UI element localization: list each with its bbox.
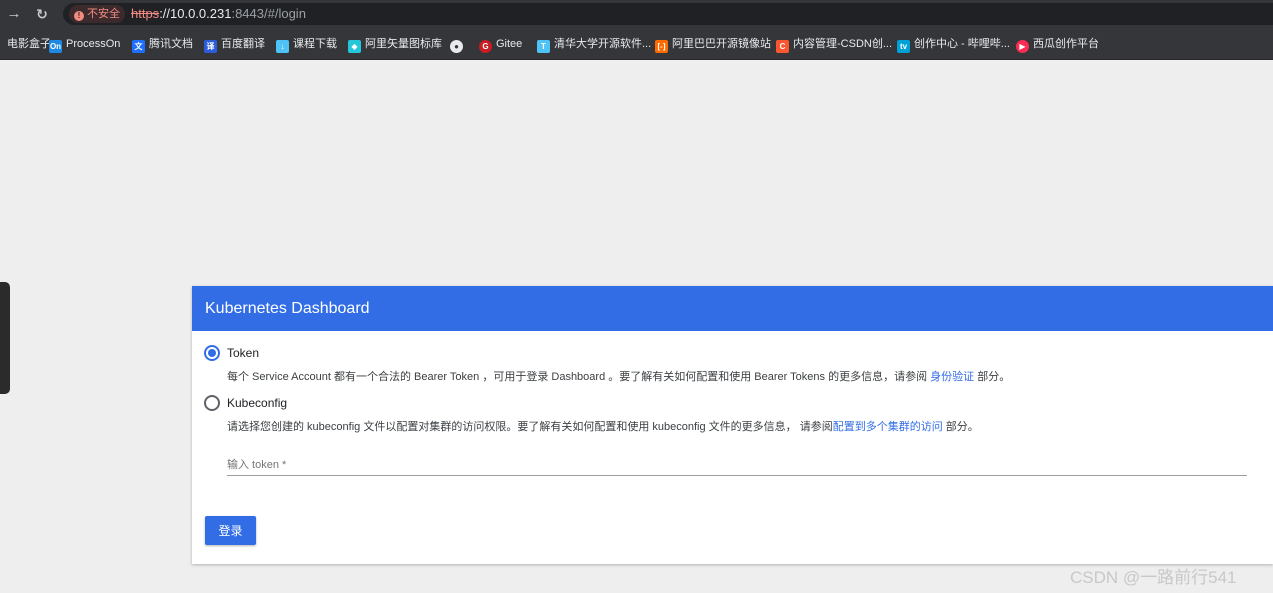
- bookmark-item[interactable]: 电影盒子: [0, 36, 51, 52]
- gitee-icon: G: [479, 40, 492, 53]
- bookmark-label: 阿里矢量图标库: [365, 38, 442, 50]
- download-icon: ↓: [276, 40, 289, 53]
- url-host: ://10.0.0.231: [159, 6, 232, 21]
- bookmark-label: ProcessOn: [66, 38, 121, 50]
- insecure-label: 不安全: [87, 8, 120, 20]
- bookmarks-bar: 电影盒子 On ProcessOn 文腾讯文档 译百度翻译 ↓ 课程下载 ◆ 阿里矢量…: [0, 27, 1273, 60]
- bookmark-item[interactable]: T 清华大学开源软件...: [537, 36, 652, 53]
- tencent-docs-icon: 文: [132, 40, 145, 53]
- token-option[interactable]: Token: [204, 343, 259, 363]
- xigua-icon: ▶: [1016, 40, 1029, 53]
- bookmark-label: 创作中心 - 哔哩哔...: [914, 38, 1010, 50]
- baidu-translate-icon: 译: [204, 40, 217, 53]
- iconfont-icon: ◆: [348, 40, 361, 53]
- folder-icon: [0, 36, 3, 49]
- kubeconfig-desc-text: 请选择您创建的 kubeconfig 文件以配置对集群的访问权限。要了解有关如何…: [227, 421, 833, 433]
- bookmark-item[interactable]: [-] 阿里巴巴开源镜像站: [655, 36, 771, 53]
- kubeconfig-label: Kubeconfig: [227, 396, 288, 410]
- bookmark-label: 课程下载: [293, 38, 337, 50]
- url-text: https://10.0.0.231:8443/#/login: [131, 3, 306, 25]
- card-header: Kubernetes Dashboard: [192, 286, 1273, 331]
- token-label: Token: [227, 346, 260, 360]
- bookmark-item[interactable]: ◆ 阿里矢量图标库: [348, 36, 442, 53]
- kubeconfig-option[interactable]: Kubeconfig: [204, 393, 287, 413]
- bookmark-label: 阿里巴巴开源镜像站: [672, 38, 771, 50]
- token-input[interactable]: [227, 454, 1247, 476]
- bookmark-label: 内容管理-CSDN创...: [793, 38, 892, 50]
- bookmark-label: 西瓜创作平台: [1033, 38, 1099, 50]
- bookmark-item[interactable]: On ProcessOn: [49, 36, 121, 53]
- bookmark-label: Gitee: [496, 38, 523, 50]
- url-path: :8443/#/login: [231, 6, 306, 21]
- csdn-watermark: CSDN @一路前行541: [1070, 568, 1237, 587]
- token-description: 每个 Service Account 都有一个合法的 Bearer Token …: [227, 368, 1010, 384]
- bookmark-item[interactable]: C 内容管理-CSDN创...: [776, 36, 892, 53]
- bookmark-item[interactable]: tv 创作中心 - 哔哩哔...: [897, 36, 1010, 53]
- address-bar[interactable]: ! 不安全 https://10.0.0.231:8443/#/login: [63, 3, 1273, 25]
- insecure-badge[interactable]: ! 不安全: [69, 5, 125, 23]
- bookmark-item[interactable]: ●: [450, 36, 467, 53]
- token-desc-suffix: 部分。: [974, 371, 1011, 383]
- forward-icon[interactable]: →: [4, 4, 24, 24]
- side-panel-tab[interactable]: [0, 282, 10, 394]
- token-radio[interactable]: [204, 345, 220, 361]
- bookmark-label: 腾讯文档: [149, 38, 193, 50]
- kubeconfig-radio[interactable]: [204, 395, 220, 411]
- globe-icon: ●: [450, 40, 463, 53]
- bookmark-label: 电影盒子: [7, 38, 51, 50]
- bookmark-item[interactable]: ↓ 课程下载: [276, 36, 337, 53]
- bookmark-item[interactable]: 译百度翻译: [204, 36, 265, 53]
- url-scheme: https: [131, 6, 160, 21]
- login-button[interactable]: 登录: [205, 516, 256, 545]
- bookmark-label: 清华大学开源软件...: [554, 38, 652, 50]
- tuna-icon: T: [537, 40, 550, 53]
- browser-toolbar: → ↻ ! 不安全 https://10.0.0.231:8443/#/login: [0, 0, 1273, 27]
- bookmark-label: 百度翻译: [221, 38, 265, 50]
- aliyun-icon: [-]: [655, 40, 668, 53]
- bookmark-item[interactable]: 文腾讯文档: [132, 36, 193, 53]
- reload-icon[interactable]: ↻: [32, 4, 52, 24]
- kubeconfig-desc-suffix: 部分。: [942, 421, 979, 433]
- bookmark-item[interactable]: ▶ 西瓜创作平台: [1016, 36, 1099, 53]
- warning-icon: !: [74, 11, 84, 21]
- multi-cluster-docs-link[interactable]: 配置到多个集群的访问: [833, 421, 943, 433]
- bookmark-item[interactable]: G Gitee: [479, 36, 523, 53]
- bilibili-icon: tv: [897, 40, 910, 53]
- csdn-icon: C: [776, 40, 789, 53]
- auth-docs-link[interactable]: 身份验证: [930, 371, 974, 383]
- processon-icon: On: [49, 40, 62, 53]
- kubeconfig-description: 请选择您创建的 kubeconfig 文件以配置对集群的访问权限。要了解有关如何…: [227, 418, 979, 434]
- login-card: Kubernetes Dashboard Token 每个 Service Ac…: [192, 286, 1273, 564]
- token-desc-text: 每个 Service Account 都有一个合法的 Bearer Token …: [227, 371, 931, 383]
